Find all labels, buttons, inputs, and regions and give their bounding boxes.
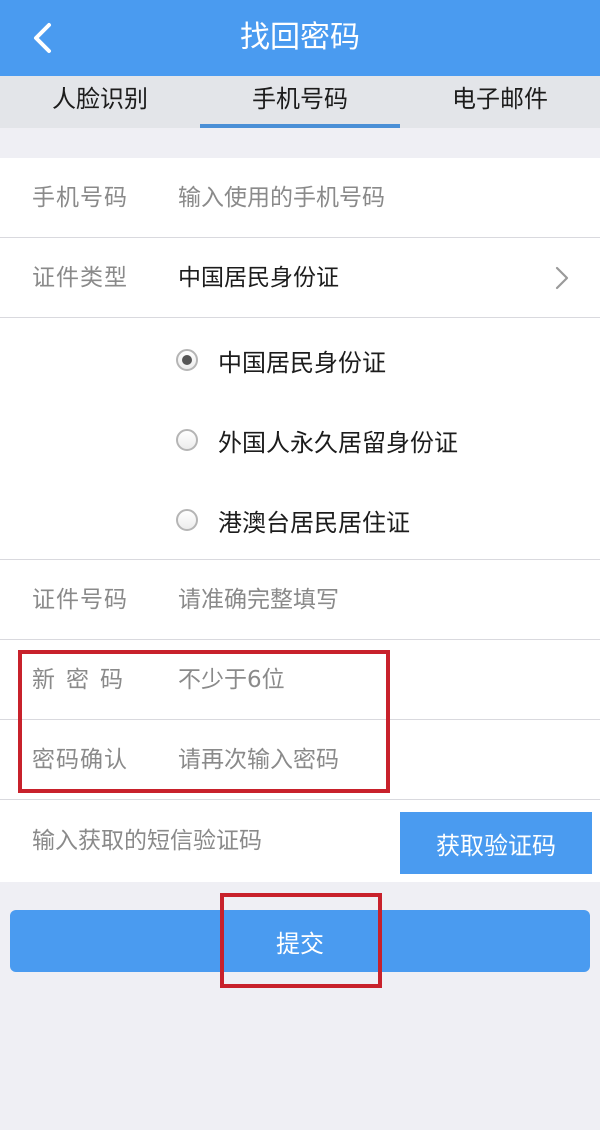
back-chevron-icon[interactable] [22,18,62,58]
id-number-label: 证件号码 [32,587,128,613]
tab-bar: 人脸识别 手机号码 电子邮件 [0,76,600,128]
tab-face-recognition[interactable]: 人脸识别 [0,76,200,128]
phone-label: 手机号码 [32,185,128,211]
confirm-password-row: 密码确认 [0,720,600,800]
radio-option-cn-id[interactable]: 中国居民身份证 [176,332,576,388]
id-type-options: 中国居民身份证 外国人永久居留身份证 港澳台居民居住证 [0,318,600,560]
radio-option-hkmt-residence[interactable]: 港澳台居民居住证 [176,492,576,548]
radio-label: 港澳台居民居住证 [218,508,410,537]
radio-selected-icon[interactable] [176,349,198,371]
confirm-password-input[interactable] [160,738,560,782]
radio-label: 中国居民身份证 [218,348,386,377]
id-type-value: 中国居民身份证 [178,265,339,291]
page-title: 找回密码 [240,20,360,55]
radio-unselected-icon[interactable] [176,429,198,451]
new-password-row: 新密码 [0,640,600,720]
tab-phone-number[interactable]: 手机号码 [200,76,400,128]
radio-label: 外国人永久居留身份证 [218,428,458,457]
id-number-row: 证件号码 [0,560,600,640]
app-header: 找回密码 [0,0,600,76]
submit-button[interactable]: 提交 [10,910,590,972]
new-password-label: 新密码 [32,667,134,693]
id-number-input[interactable] [160,578,560,622]
recovery-form: 手机号码 证件类型 中国居民身份证 中国居民身份证 外国人永久居留身份证 港澳台… [0,158,600,882]
id-type-row[interactable]: 证件类型 中国居民身份证 [0,238,600,318]
confirm-password-label: 密码确认 [32,747,128,773]
tab-email[interactable]: 电子邮件 [400,76,600,128]
phone-input[interactable] [160,176,560,220]
radio-option-foreign-permanent[interactable]: 外国人永久居留身份证 [176,412,576,468]
chevron-right-icon [555,266,569,290]
sms-row: 获取验证码 [0,800,600,882]
phone-row: 手机号码 [0,158,600,238]
id-type-label: 证件类型 [32,265,128,291]
radio-unselected-icon[interactable] [176,509,198,531]
get-code-button[interactable]: 获取验证码 [400,812,592,874]
sms-code-input[interactable] [14,818,384,864]
new-password-input[interactable] [160,658,560,702]
